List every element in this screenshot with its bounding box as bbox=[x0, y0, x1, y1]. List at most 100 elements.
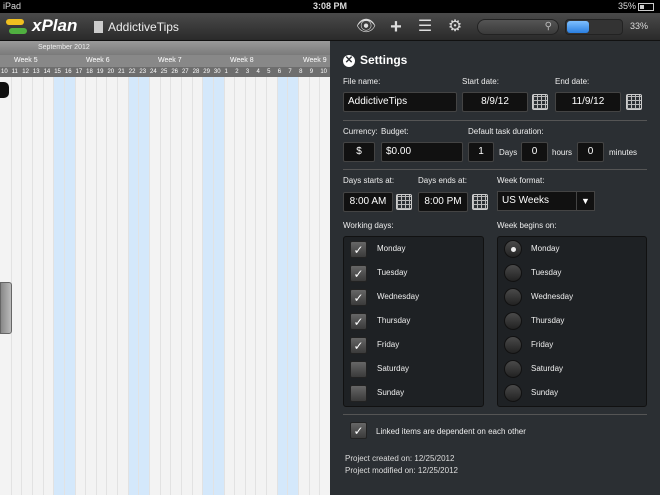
working-day-checkbox[interactable]: ✓ bbox=[350, 241, 367, 258]
grid-line bbox=[117, 77, 119, 495]
week-begins-row[interactable]: Wednesday bbox=[498, 285, 646, 309]
grid-line bbox=[212, 77, 214, 495]
week-begins-row[interactable]: Monday bbox=[498, 237, 646, 261]
start-date-field[interactable]: 8/9/12 bbox=[462, 92, 528, 112]
working-day-row[interactable]: Sunday bbox=[344, 381, 483, 405]
add-icon[interactable]: + bbox=[385, 17, 407, 37]
grid-line bbox=[234, 77, 236, 495]
grid-line bbox=[74, 77, 76, 495]
duration-hours-field[interactable]: 0 bbox=[521, 142, 548, 162]
battery-status: 35% bbox=[618, 1, 654, 11]
status-bar: iPad 3:08 PM 35% bbox=[0, 0, 660, 13]
day-label: 11 bbox=[11, 69, 18, 75]
day-label: 4 bbox=[256, 69, 260, 75]
week-label: Week 7 bbox=[158, 57, 182, 64]
gear-icon[interactable]: ⚙ bbox=[444, 17, 466, 37]
working-day-row[interactable]: ✓ Monday bbox=[344, 237, 483, 261]
working-days-label: Working days: bbox=[343, 221, 394, 230]
week-begins-label: Sunday bbox=[531, 388, 559, 397]
linked-items-checkbox[interactable]: ✓ bbox=[350, 422, 367, 439]
working-day-label: Sunday bbox=[377, 388, 405, 397]
week-begins-row[interactable]: Friday bbox=[498, 333, 646, 357]
week-begins-radio[interactable] bbox=[504, 264, 522, 282]
week-begins-row[interactable]: Tuesday bbox=[498, 261, 646, 285]
day-end-label: Days ends at: bbox=[418, 176, 467, 185]
settings-panel: ✕ Settings File name: AddictiveTips Start… bbox=[330, 41, 660, 495]
calendar-icon[interactable] bbox=[532, 94, 548, 110]
app-title: xPlan bbox=[32, 16, 78, 35]
start-date-label: Start date: bbox=[462, 77, 499, 86]
grid-line bbox=[127, 77, 129, 495]
hours-unit: hours bbox=[552, 148, 573, 157]
app-toolbar: xPlan AddictiveTips 👁 + ☰ ⚙ ⚲ 33% bbox=[0, 13, 660, 41]
week-begins-radio[interactable] bbox=[504, 336, 522, 354]
task-bar[interactable] bbox=[0, 82, 9, 98]
days-unit: Days bbox=[499, 148, 518, 157]
day-label: 29 bbox=[203, 69, 210, 75]
clock-picker-icon[interactable] bbox=[396, 194, 412, 210]
working-day-row[interactable]: ✓ Thursday bbox=[344, 309, 483, 333]
day-start-field[interactable]: 8:00 AM bbox=[343, 192, 393, 212]
day-label: 17 bbox=[75, 69, 83, 75]
week-begins-row[interactable]: Sunday bbox=[498, 381, 646, 405]
zoom-slider-fill bbox=[567, 21, 590, 33]
day-label: 8 bbox=[299, 69, 303, 75]
working-day-row[interactable]: ✓ Wednesday bbox=[344, 285, 483, 309]
day-label: 6 bbox=[277, 69, 282, 75]
week-begins-label: Thursday bbox=[531, 316, 565, 325]
day-label: 21 bbox=[118, 69, 125, 75]
search-icon: ⚲ bbox=[544, 21, 552, 32]
calendar-icon[interactable] bbox=[626, 94, 642, 110]
week-format-select[interactable]: US Weeks ▼ bbox=[497, 191, 595, 211]
week-begins-radio[interactable] bbox=[504, 288, 522, 306]
end-date-label: End date: bbox=[555, 77, 590, 86]
eye-icon[interactable]: 👁 bbox=[355, 17, 377, 37]
drag-handle[interactable] bbox=[0, 282, 12, 334]
week-begins-radio[interactable] bbox=[504, 240, 522, 258]
week-begins-row[interactable]: Thursday bbox=[498, 309, 646, 333]
document-title[interactable]: AddictiveTips bbox=[108, 20, 179, 34]
clock-picker-icon[interactable] bbox=[472, 194, 488, 210]
month-header: September 2012 bbox=[0, 41, 330, 55]
working-day-checkbox[interactable]: ✓ bbox=[350, 289, 367, 306]
gantt-grid[interactable] bbox=[0, 77, 330, 495]
zoom-label: 33% bbox=[630, 21, 649, 31]
working-day-checkbox[interactable]: ✓ bbox=[350, 337, 367, 354]
working-day-label: Wednesday bbox=[377, 292, 420, 301]
currency-field[interactable]: $ bbox=[343, 142, 375, 162]
day-label: 12 bbox=[22, 69, 29, 75]
working-day-checkbox[interactable] bbox=[350, 385, 367, 402]
grid-line bbox=[42, 77, 44, 495]
day-label: 27 bbox=[181, 69, 189, 75]
week-begins-radio[interactable] bbox=[504, 312, 522, 330]
week-begins-row[interactable]: Saturday bbox=[498, 357, 646, 381]
search-input[interactable]: ⚲ bbox=[477, 19, 559, 35]
week-begins-label: Week begins on: bbox=[497, 221, 557, 230]
close-icon[interactable]: ✕ bbox=[343, 54, 355, 67]
day-label: 24 bbox=[150, 69, 157, 75]
day-label: 13 bbox=[32, 69, 40, 75]
zoom-slider[interactable] bbox=[565, 19, 623, 35]
budget-field[interactable]: $0.00 bbox=[381, 142, 463, 162]
day-label: 28 bbox=[192, 69, 200, 75]
divider bbox=[343, 414, 647, 415]
gantt-chart[interactable]: September 2012 Week 5 Week 6 Week 7 Week… bbox=[0, 41, 330, 495]
end-date-field[interactable]: 11/9/12 bbox=[555, 92, 621, 112]
day-end-field[interactable]: 8:00 PM bbox=[418, 192, 468, 212]
day-label: 19 bbox=[96, 69, 104, 75]
working-day-row[interactable]: ✓ Tuesday bbox=[344, 261, 483, 285]
working-day-row[interactable]: ✓ Friday bbox=[344, 333, 483, 357]
duration-minutes-field[interactable]: 0 bbox=[577, 142, 604, 162]
duration-days-field[interactable]: 1 bbox=[468, 142, 494, 162]
list-icon[interactable]: ☰ bbox=[414, 17, 436, 37]
duration-label: Default task duration: bbox=[468, 127, 544, 136]
working-day-checkbox[interactable] bbox=[350, 361, 367, 378]
project-modified: Project modified on: 12/25/2012 bbox=[345, 466, 458, 475]
day-label: 3 bbox=[245, 69, 250, 75]
file-name-field[interactable]: AddictiveTips bbox=[343, 92, 457, 112]
working-day-checkbox[interactable]: ✓ bbox=[350, 265, 367, 282]
working-day-checkbox[interactable]: ✓ bbox=[350, 313, 367, 330]
week-begins-radio[interactable] bbox=[504, 360, 522, 378]
week-begins-radio[interactable] bbox=[504, 384, 522, 402]
working-day-row[interactable]: Saturday bbox=[344, 357, 483, 381]
